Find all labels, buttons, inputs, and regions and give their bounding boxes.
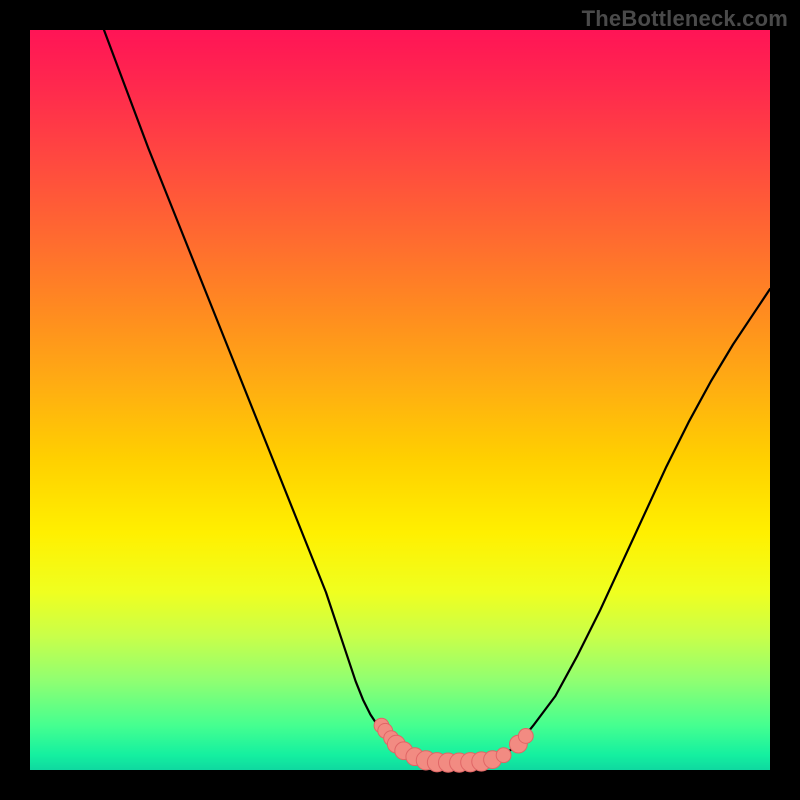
plot-area xyxy=(30,30,770,770)
bottleneck-curve xyxy=(104,30,770,763)
data-markers xyxy=(374,718,533,772)
marker-right-cluster-low xyxy=(496,748,511,763)
curve-svg xyxy=(30,30,770,770)
marker-right-cluster-top xyxy=(518,729,533,744)
watermark-text: TheBottleneck.com xyxy=(582,6,788,32)
chart-frame: TheBottleneck.com xyxy=(0,0,800,800)
